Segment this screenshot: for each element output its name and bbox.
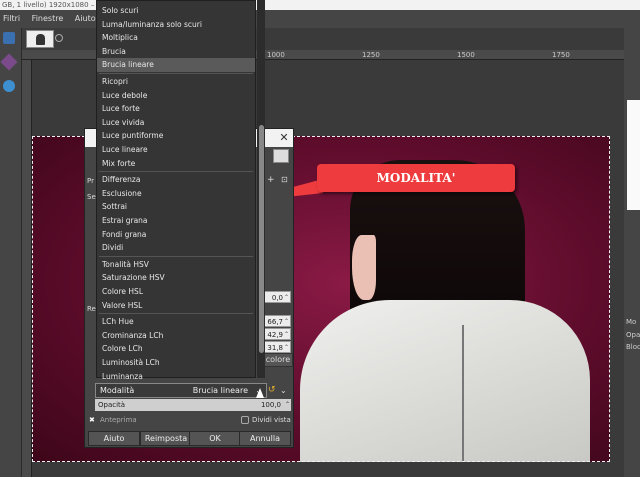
dock-label-mode: Mo	[626, 318, 637, 326]
image-thumbnail[interactable]	[26, 30, 54, 48]
split-view-label: Dividi vista	[252, 416, 291, 424]
lch-color-spin[interactable]: 31,8	[263, 341, 291, 354]
close-icon[interactable]: ✕	[277, 129, 291, 147]
offset-spin[interactable]: 0,0	[263, 291, 291, 304]
close-icon[interactable]	[55, 34, 63, 42]
blend-mode-item[interactable]: Luce debole	[97, 89, 255, 103]
lch-hue-spin[interactable]: 66,7	[263, 315, 291, 328]
blend-mode-item[interactable]: Brucia lineare	[97, 58, 255, 72]
blend-mode-item[interactable]: Ricopri	[97, 75, 255, 89]
toolbox	[0, 28, 22, 477]
blend-mode-item[interactable]: Crominanza LCh	[97, 329, 255, 343]
menu-scrollbar-thumb[interactable]	[259, 125, 264, 353]
tool-icon[interactable]	[3, 32, 15, 44]
blend-mode-item[interactable]: Luce puntiforme	[97, 129, 255, 143]
blend-mode-item[interactable]: Saturazione HSV	[97, 271, 255, 285]
blend-mode-item[interactable]: Differenza	[97, 173, 255, 187]
modality-callout: MODALITA'	[317, 164, 515, 192]
blend-mode-item[interactable]: Valore HSL	[97, 299, 255, 313]
blend-mode-item[interactable]: Luma/luminanza solo scuri	[97, 18, 255, 32]
mouse-cursor-icon	[256, 388, 264, 398]
blend-mode-item[interactable]: Luminosità LCh	[97, 356, 255, 370]
opacity-slider[interactable]: Opacità 100,0 ⌃	[95, 399, 291, 411]
lch-chroma-spin[interactable]: 42,9	[263, 328, 291, 341]
mode-label: Modalità	[100, 386, 135, 395]
blend-mode-item[interactable]: Solo scuri	[97, 4, 255, 18]
blend-mode-item[interactable]: Tonalità HSV	[97, 258, 255, 272]
cancel-button[interactable]: Annulla	[239, 431, 291, 446]
blend-mode-item[interactable]: Luce forte	[97, 102, 255, 116]
plus-icon[interactable]: +	[267, 175, 275, 185]
blend-mode-item[interactable]: Luce vivida	[97, 116, 255, 130]
help-button[interactable]: Aiuto	[88, 431, 140, 446]
menu-separator	[99, 255, 253, 257]
layer-preview	[627, 100, 640, 210]
menu-windows[interactable]: Finestre	[32, 14, 64, 23]
reset-icon[interactable]: ↺	[268, 384, 279, 397]
menu-separator	[99, 171, 253, 173]
menu-separator	[99, 73, 253, 74]
layer-thumbnail-icon	[273, 149, 289, 163]
blend-mode-item[interactable]: Fondi grana	[97, 228, 255, 242]
chain-icon[interactable]: ⊡	[281, 175, 288, 184]
menu-filters[interactable]: Filtri	[3, 14, 20, 23]
blend-mode-item[interactable]: Luce lineare	[97, 143, 255, 157]
opacity-value: 100,0	[260, 401, 281, 409]
blend-mode-item[interactable]: Mix forte	[97, 157, 255, 171]
blend-mode-item[interactable]: Moltiplica	[97, 31, 255, 45]
tool-icon[interactable]	[0, 53, 18, 71]
dialog-side-label: Se	[87, 193, 96, 201]
ruler-tick-label: 1000	[267, 51, 285, 59]
ruler-tick-label: 1500	[457, 51, 475, 59]
dock-label-opacity: Opac	[626, 331, 640, 339]
dialog-side-label: Re	[87, 305, 96, 313]
right-dock	[624, 28, 640, 477]
ok-button[interactable]: OK	[189, 431, 241, 446]
blend-mode-item[interactable]: Estrai grana	[97, 214, 255, 228]
blend-mode-item[interactable]: Luminanza	[97, 370, 255, 384]
color-button[interactable]: colore	[263, 353, 293, 367]
blend-mode-menu: Solo scuri Luma/luminanza solo scuri Molti…	[96, 0, 256, 381]
menu-separator	[99, 313, 253, 315]
vertical-ruler	[22, 60, 32, 477]
blend-mode-item[interactable]: Colore LCh	[97, 342, 255, 356]
mode-dropdown[interactable]: Modalità Brucia lineare ⌄	[95, 383, 267, 398]
menu-help[interactable]: Aiuto	[75, 14, 96, 23]
preview-checkbox[interactable]: ✖	[89, 416, 97, 424]
opacity-label: Opacità	[98, 401, 126, 409]
dialog-side-label: Pr	[87, 177, 94, 185]
reset-button[interactable]: Reimposta	[140, 431, 192, 446]
preview-row: ✖ Anteprima Dividi vista	[89, 415, 293, 426]
tool-icon[interactable]	[3, 80, 15, 92]
chevron-down-icon[interactable]: ⌄	[280, 384, 291, 397]
blend-mode-item[interactable]: Sottrai	[97, 200, 255, 214]
blend-mode-item[interactable]: Brucia	[97, 45, 255, 59]
blend-mode-item[interactable]: Dividi	[97, 241, 255, 255]
ruler-tick-label: 1750	[552, 51, 570, 59]
blend-mode-item[interactable]: Esclusione	[97, 187, 255, 201]
preview-label: Anteprima	[100, 416, 137, 424]
dock-label-lock: Blocc	[626, 343, 640, 351]
blend-mode-item[interactable]: Colore HSL	[97, 285, 255, 299]
spin-arrows-icon[interactable]: ⌃	[285, 399, 290, 411]
split-view-checkbox[interactable]	[241, 416, 249, 424]
ruler-tick-label: 1250	[362, 51, 380, 59]
mode-value: Brucia lineare	[192, 386, 248, 395]
blend-mode-item[interactable]: LCh Hue	[97, 315, 255, 329]
